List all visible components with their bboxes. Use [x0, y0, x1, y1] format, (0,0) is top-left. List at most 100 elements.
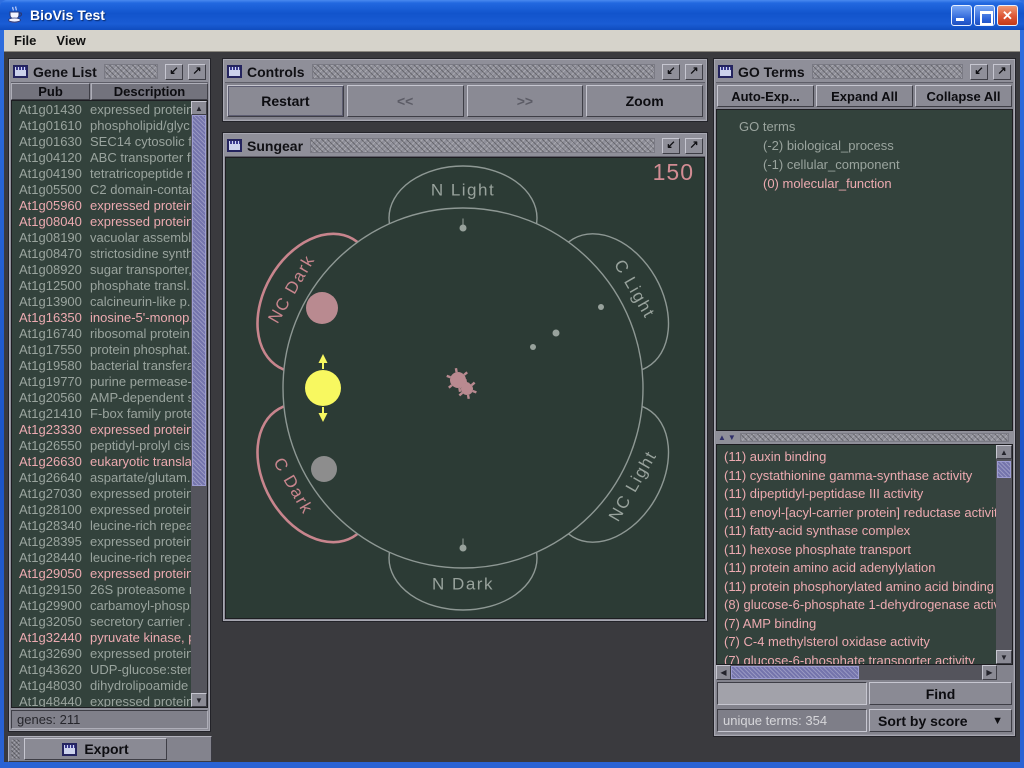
gene-row[interactable]: At1g01630SEC14 cytosolic f... — [12, 133, 191, 149]
window-minimize-button[interactable] — [951, 5, 972, 26]
frame-maximize-button[interactable]: ↗ — [685, 64, 703, 80]
go-term-item[interactable]: (11) fatty-acid synthase complex — [717, 522, 996, 541]
frame-restore-button[interactable]: ↙ — [662, 64, 680, 80]
go-term-item[interactable]: (7) glucose-6-phosphate transporter acti… — [717, 652, 996, 665]
split-pane-divider[interactable]: ▲ ▼ — [716, 431, 1013, 444]
scrollbar-thumb[interactable] — [731, 666, 859, 679]
go-term-item[interactable]: (7) AMP binding — [717, 615, 996, 634]
gene-row[interactable]: At1g26640aspartate/glutam... — [12, 469, 191, 485]
tree-item[interactable]: (0) molecular_function — [717, 174, 1012, 193]
gene-row[interactable]: At1g26630eukaryotic translat... — [12, 453, 191, 469]
scroll-left-icon[interactable]: ◀ — [716, 665, 731, 680]
find-input[interactable] — [717, 682, 867, 705]
gene-row[interactable]: At1g2915026S proteasome r... — [12, 581, 191, 597]
scroll-right-icon[interactable]: ▶ — [982, 665, 997, 680]
gene-row[interactable]: At1g21410F-box family protei... — [12, 405, 191, 421]
gene-list-titlebar[interactable]: Gene List ↙ ↗ — [11, 61, 208, 83]
scrollbar-track[interactable] — [191, 115, 207, 693]
frame-maximize-button[interactable]: ↗ — [685, 138, 703, 154]
go-term-item[interactable]: (7) C-4 methylsterol oxidase activity — [717, 633, 996, 652]
menu-item[interactable]: View — [46, 30, 95, 52]
sungear-titlebar[interactable]: Sungear ↙ ↗ — [225, 135, 705, 157]
go-term-item[interactable]: (11) auxin binding — [717, 448, 996, 467]
gene-row[interactable]: At1g01610phospholipid/glyc... — [12, 117, 191, 133]
gene-row[interactable]: At1g26550peptidyl-prolyl cis-... — [12, 437, 191, 453]
gene-row[interactable]: At1g32440pyruvate kinase, p... — [12, 629, 191, 645]
gene-row[interactable]: At1g28100expressed protein... — [12, 501, 191, 517]
go-terms-titlebar[interactable]: GO Terms ↙ ↗ — [716, 61, 1013, 83]
gene-row[interactable]: At1g28340leucine-rich repea... — [12, 517, 191, 533]
gene-row[interactable]: At1g17550protein phosphat... — [12, 341, 191, 357]
gene-row[interactable]: At1g32690expressed protein... — [12, 645, 191, 661]
go-term-item[interactable]: (11) hexose phosphate transport — [717, 541, 996, 560]
window-maximize-button[interactable] — [974, 5, 995, 26]
go-horizontal-scrollbar[interactable]: ◀ ▶ — [716, 665, 1013, 680]
go-term-item[interactable]: (8) glucose-6-phosphate 1-dehydrogenase … — [717, 596, 996, 615]
scroll-up-icon[interactable]: ▲ — [996, 445, 1012, 459]
gene-row[interactable]: At1g08190vacuolar assembl... — [12, 229, 191, 245]
gene-row[interactable]: At1g20560AMP-dependent s... — [12, 389, 191, 405]
gene-row[interactable]: At1g04190tetratricopeptide r... — [12, 165, 191, 181]
gene-row[interactable]: At1g19580bacterial transfera... — [12, 357, 191, 373]
go-term-item[interactable]: (11) dipeptidyl-peptidase III activity — [717, 485, 996, 504]
menu-item[interactable]: File — [4, 30, 46, 52]
find-button[interactable]: Find — [869, 682, 1012, 705]
toolbar-grip[interactable] — [11, 739, 20, 759]
scroll-up-icon[interactable]: ▲ — [191, 101, 207, 115]
gene-row[interactable]: At1g05500C2 domain-contai... — [12, 181, 191, 197]
gene-row[interactable]: At1g48440expressed protein... — [12, 693, 191, 707]
sungear-diagram[interactable]: N LightC LightNC LightN DarkC DarkNC Dar… — [226, 158, 704, 620]
frame-maximize-button[interactable]: ↗ — [993, 64, 1011, 80]
gene-row[interactable]: At1g13900calcineurin-like p... — [12, 293, 191, 309]
tree-item[interactable]: GO terms — [717, 117, 1012, 136]
gene-row[interactable]: At1g16740ribosomal protein... — [12, 325, 191, 341]
frame-restore-button[interactable]: ↙ — [662, 138, 680, 154]
control-button[interactable]: Restart — [227, 85, 344, 117]
controls-titlebar[interactable]: Controls ↙ ↗ — [225, 61, 705, 83]
gene-row[interactable]: At1g28395expressed protein... — [12, 533, 191, 549]
gene-row[interactable]: At1g12500phosphate transl... — [12, 277, 191, 293]
column-header-description[interactable]: Description — [91, 83, 208, 100]
column-header-pub[interactable]: Pub — [11, 83, 90, 100]
go-term-item[interactable]: (11) cystathionine gamma-synthase activi… — [717, 467, 996, 486]
tree-item[interactable]: (-2) biological_process — [717, 136, 1012, 155]
gene-row[interactable]: At1g08470strictosidine synth... — [12, 245, 191, 261]
go-term-item[interactable]: (11) enoyl-[acyl-carrier protein] reduct… — [717, 504, 996, 523]
go-action-button[interactable]: Collapse All — [915, 85, 1012, 107]
gene-row[interactable]: At1g01430expressed protein... — [12, 101, 191, 117]
tree-item[interactable]: (-1) cellular_component — [717, 155, 1012, 174]
scrollbar-track[interactable] — [731, 665, 982, 680]
gene-row[interactable]: At1g04120ABC transporter f... — [12, 149, 191, 165]
gene-row[interactable]: At1g19770purine permease-... — [12, 373, 191, 389]
export-button[interactable]: Export — [24, 738, 167, 760]
go-action-button[interactable]: Expand All — [816, 85, 913, 107]
scrollbar-track[interactable] — [996, 459, 1012, 650]
sort-dropdown[interactable]: Sort by score ▼ — [869, 709, 1012, 732]
gene-row[interactable]: At1g32050secretory carrier ... — [12, 613, 191, 629]
gene-row[interactable]: At1g29050expressed protein... — [12, 565, 191, 581]
control-button[interactable]: >> — [467, 85, 584, 117]
gene-list-scrollbar[interactable]: ▲ ▼ — [191, 101, 207, 707]
scroll-down-icon[interactable]: ▼ — [191, 693, 207, 707]
gene-row[interactable]: At1g28440leucine-rich repea... — [12, 549, 191, 565]
scrollbar-thumb[interactable] — [997, 461, 1011, 478]
sungear-canvas[interactable]: N LightC LightNC LightN DarkC DarkNC Dar… — [225, 157, 705, 619]
collapse-up-icon[interactable]: ▲ — [718, 432, 726, 443]
go-term-item[interactable]: (11) protein amino acid adenylylation — [717, 559, 996, 578]
go-term-item[interactable]: (11) protein phosphorylated amino acid b… — [717, 578, 996, 597]
window-close-button[interactable]: ✕ — [997, 5, 1018, 26]
gene-row[interactable]: At1g05960expressed protein... — [12, 197, 191, 213]
gene-row[interactable]: At1g16350inosine-5'-monop... — [12, 309, 191, 325]
window-titlebar[interactable]: BioVis Test ✕ — [0, 0, 1024, 30]
frame-maximize-button[interactable]: ↗ — [188, 64, 206, 80]
control-button[interactable]: Zoom — [586, 85, 703, 117]
gene-row[interactable]: At1g08920sugar transporter,... — [12, 261, 191, 277]
frame-restore-button[interactable]: ↙ — [165, 64, 183, 80]
collapse-down-icon[interactable]: ▼ — [728, 432, 736, 443]
gene-row[interactable]: At1g48030dihydrolipoamide ... — [12, 677, 191, 693]
frame-restore-button[interactable]: ↙ — [970, 64, 988, 80]
gene-row[interactable]: At1g23330expressed protein... — [12, 421, 191, 437]
gene-row[interactable]: At1g29900carbamoyl-phosp... — [12, 597, 191, 613]
control-button[interactable]: << — [347, 85, 464, 117]
go-action-button[interactable]: Auto-Exp... — [717, 85, 814, 107]
